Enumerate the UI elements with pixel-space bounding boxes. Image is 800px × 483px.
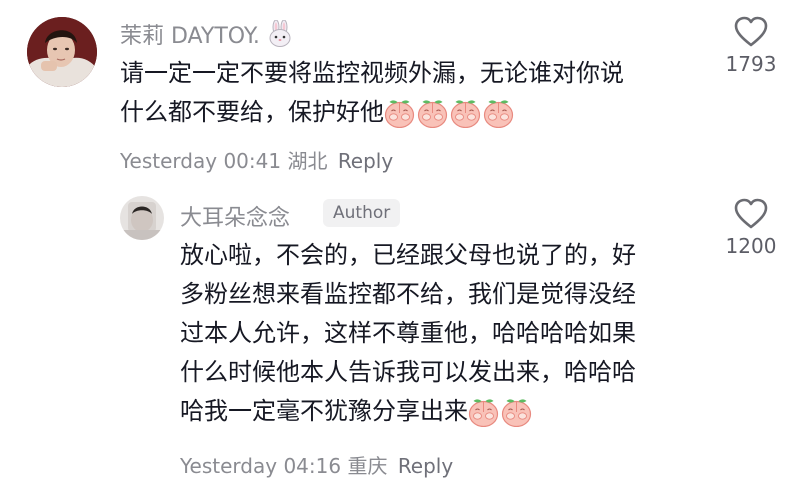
comment-line-text: 哈我一定毫不犹豫分享出来: [180, 397, 468, 425]
like-button[interactable]: 1200: [711, 198, 791, 258]
location: 重庆: [347, 454, 388, 478]
comment-meta: Yesterday 04:16 重庆 Reply: [180, 450, 453, 479]
peach-cover-face-emoji: [501, 397, 532, 439]
timestamp: Yesterday 04:16: [180, 454, 342, 478]
comment-line: 过本人允许，这样不尊重他，哈哈哈哈如果: [180, 319, 636, 347]
peach-cover-face-emoji: [468, 397, 499, 439]
comment-line: 什么时候他本人告诉我可以发出来，哈哈哈: [180, 358, 636, 386]
author-badge: Author: [323, 199, 401, 227]
comment-item: 大耳朵念念 Author 放心啦，不会的，已经跟父母也说了的，好 多粉丝想来看监…: [0, 0, 800, 478]
like-count: 1200: [725, 234, 777, 258]
comment-line: 哈我一定毫不犹豫分享出来: [180, 392, 700, 439]
comment-line: 放心啦，不会的，已经跟父母也说了的，好: [180, 241, 636, 269]
comment-line: 多粉丝想来看监控都不给，我们是觉得没经: [180, 280, 636, 308]
avatar[interactable]: [120, 196, 164, 240]
username[interactable]: 大耳朵念念: [180, 200, 290, 232]
heart-icon[interactable]: [734, 198, 768, 230]
comment-text: 放心啦，不会的，已经跟父母也说了的，好 多粉丝想来看监控都不给，我们是觉得没经 …: [180, 236, 700, 439]
username-text[interactable]: 大耳朵念念: [180, 200, 290, 232]
reply-button[interactable]: Reply: [398, 454, 453, 478]
